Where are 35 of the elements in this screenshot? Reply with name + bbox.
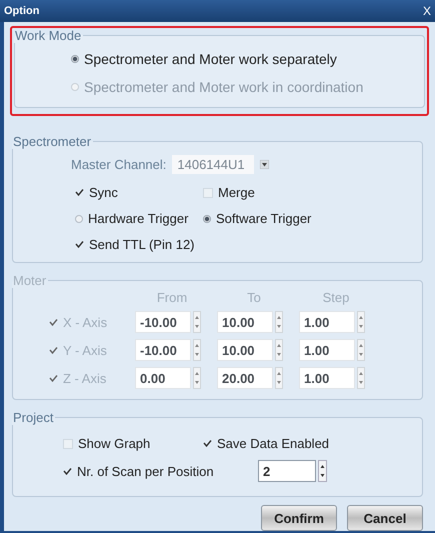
column-header: Step (322, 290, 350, 305)
group-title: Work Mode (14, 28, 82, 43)
option-label: Nr. of Scan per Position (77, 464, 214, 478)
option-label: Software Trigger (216, 211, 312, 226)
checkbox[interactable] (75, 240, 84, 249)
window-title: Option (4, 5, 40, 17)
dialog-button[interactable]: Cancel (347, 505, 423, 531)
checkbox[interactable] (75, 188, 84, 197)
column-header: From (156, 290, 188, 305)
spinner-icon[interactable] (318, 460, 327, 482)
checkbox[interactable] (63, 466, 72, 476)
group-title: Project (12, 410, 54, 425)
option-label: Show Graph (78, 436, 150, 451)
group-title: Moter (12, 273, 48, 288)
dialog-button[interactable]: Confirm (261, 505, 337, 531)
radio-button[interactable] (71, 55, 79, 63)
option-label: Merge (218, 185, 255, 200)
option-label: Sync (89, 185, 118, 200)
option-label: Send TTL (Pin 12) (89, 237, 194, 252)
close-button[interactable]: X (420, 4, 433, 18)
field-label: Master Channel: (71, 157, 166, 172)
group-title: Spectrometer (12, 134, 92, 149)
checkbox[interactable] (203, 439, 212, 448)
radio-button[interactable] (75, 214, 83, 222)
axis-label: Y - Axis (63, 342, 107, 358)
option-label: Spectrometer and Moter work separately (84, 51, 337, 67)
column-header: To (246, 290, 262, 305)
radio-button[interactable] (203, 214, 211, 222)
number-field[interactable]: 2 (258, 460, 316, 482)
option-label: Save Data Enabled (217, 436, 330, 451)
option-label: Spectrometer and Moter work in coordination (84, 79, 364, 95)
axis-label: X - Axis (63, 314, 108, 330)
dropdown-icon[interactable] (260, 160, 270, 169)
axis-label: Z - Axis (63, 370, 106, 386)
option-label: Hardware Trigger (88, 211, 188, 226)
